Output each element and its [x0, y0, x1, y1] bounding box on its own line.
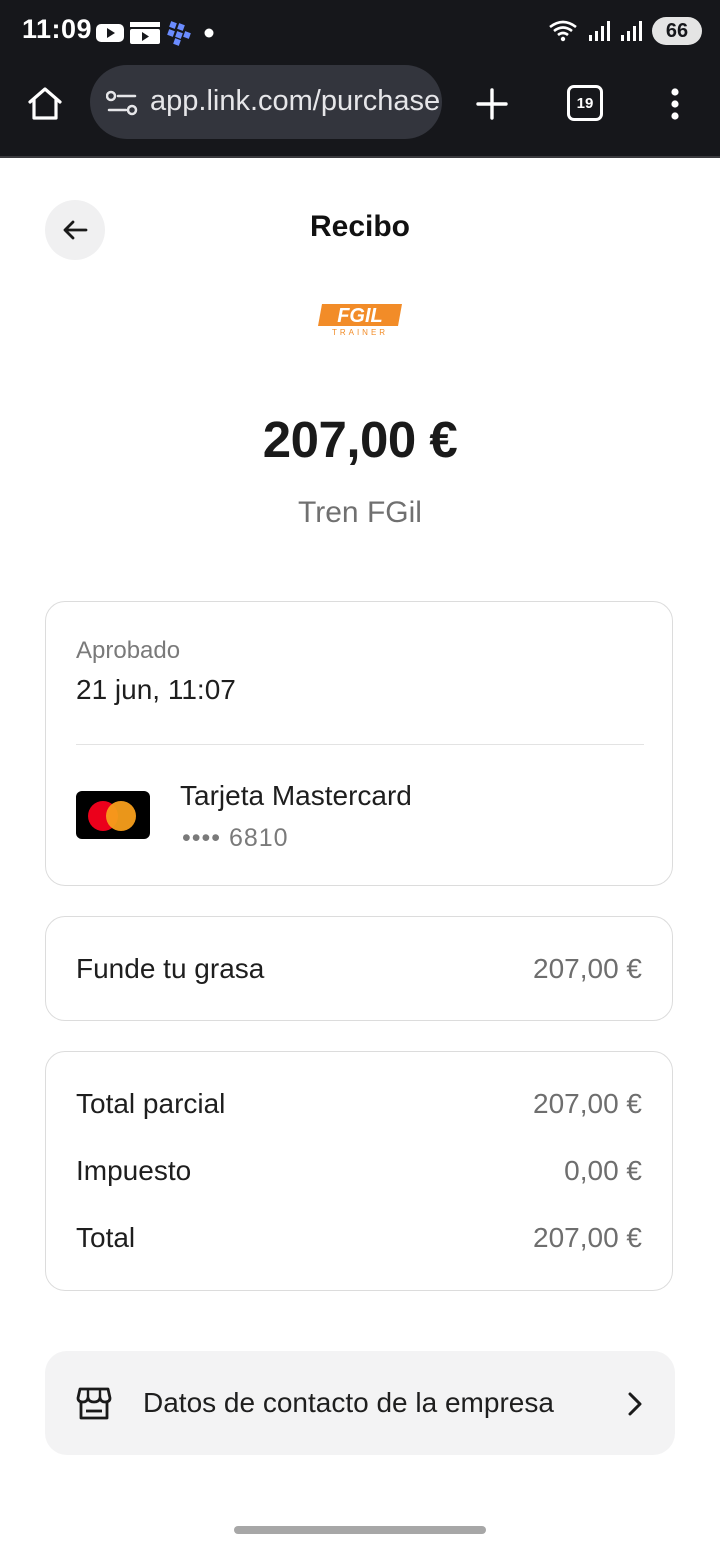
battery-indicator: 66: [652, 17, 702, 45]
merchant-name: Tren FGil: [298, 496, 422, 529]
merchant-logo: FGIL TRAINER: [316, 302, 404, 338]
system-indicators: 66: [548, 17, 702, 45]
line-item-price: 207,00 €: [533, 953, 642, 984]
chevron-right-icon: [628, 1392, 642, 1416]
notification-icons: [96, 20, 220, 46]
mastercard-icon: [76, 791, 150, 839]
total-label: Total: [76, 1222, 136, 1253]
svg-text:TRAINER: TRAINER: [332, 328, 388, 337]
youtube-icon: [96, 24, 124, 42]
line-items-card: Funde tu grasa 207,00 €: [45, 916, 673, 1021]
payment-status: Aprobado: [76, 637, 181, 664]
total-row: Total 207,00 €: [76, 1222, 642, 1254]
contact-label: Datos de contacto de la empresa: [143, 1387, 554, 1418]
tax-row: Impuesto 0,00 €: [76, 1155, 642, 1187]
address-bar[interactable]: app.link.com/purchase: [90, 65, 442, 139]
signal-icon: [589, 21, 610, 41]
payment-date: 21 jun, 11:07: [76, 674, 236, 705]
mastercard-orange-circle: [106, 801, 136, 831]
home-indicator[interactable]: [234, 1526, 486, 1534]
plus-icon: [476, 88, 508, 120]
fgil-logo-icon: FGIL TRAINER: [318, 304, 402, 337]
tab-count: 19: [576, 94, 594, 112]
page-title: Recibo: [309, 210, 411, 243]
payment-amount: 207,00 €: [262, 411, 458, 468]
home-icon: [28, 87, 62, 120]
browser-menu-button[interactable]: [660, 82, 690, 126]
tab-switcher-button[interactable]: 19: [566, 84, 604, 122]
dot-icon: [204, 28, 214, 38]
business-contact-button[interactable]: Datos de contacto de la empresa: [45, 1351, 675, 1455]
new-tab-button[interactable]: [470, 82, 514, 126]
subtotal-label: Total parcial: [76, 1088, 226, 1119]
divider: [76, 744, 644, 745]
wifi-icon: [549, 20, 577, 42]
subtotal-row: Total parcial 207,00 €: [76, 1088, 642, 1120]
site-settings-icon: [106, 90, 138, 116]
line-item-name: Funde tu grasa: [76, 953, 265, 984]
clock: 11:09: [22, 14, 93, 44]
tax-value: 0,00 €: [564, 1155, 642, 1186]
total-value: 207,00 €: [533, 1222, 642, 1253]
store-icon: [76, 1387, 112, 1420]
line-item: Funde tu grasa 207,00 €: [76, 953, 642, 985]
payment-details-card: Aprobado 21 jun, 11:07 Tarjeta Mastercar…: [45, 601, 673, 886]
totals-card: Total parcial 207,00 € Impuesto 0,00 € T…: [45, 1051, 673, 1291]
card-number-masked: •••• 6810: [182, 824, 289, 852]
card-name: Tarjeta Mastercard: [180, 780, 412, 811]
signal-icon: [621, 21, 642, 41]
url-text: app.link.com/purchase: [150, 85, 441, 117]
tab-count-icon: 19: [567, 85, 603, 121]
app-icon: [167, 21, 191, 46]
media-icon: [130, 22, 160, 44]
svg-text:FGIL: FGIL: [337, 305, 383, 327]
home-button[interactable]: [22, 82, 68, 124]
browser-toolbar: app.link.com/purchase 19: [0, 64, 720, 158]
subtotal-value: 207,00 €: [533, 1088, 642, 1119]
tax-label: Impuesto: [76, 1155, 192, 1186]
more-vert-icon: [671, 88, 679, 120]
status-bar: 11:09 66: [0, 0, 720, 64]
